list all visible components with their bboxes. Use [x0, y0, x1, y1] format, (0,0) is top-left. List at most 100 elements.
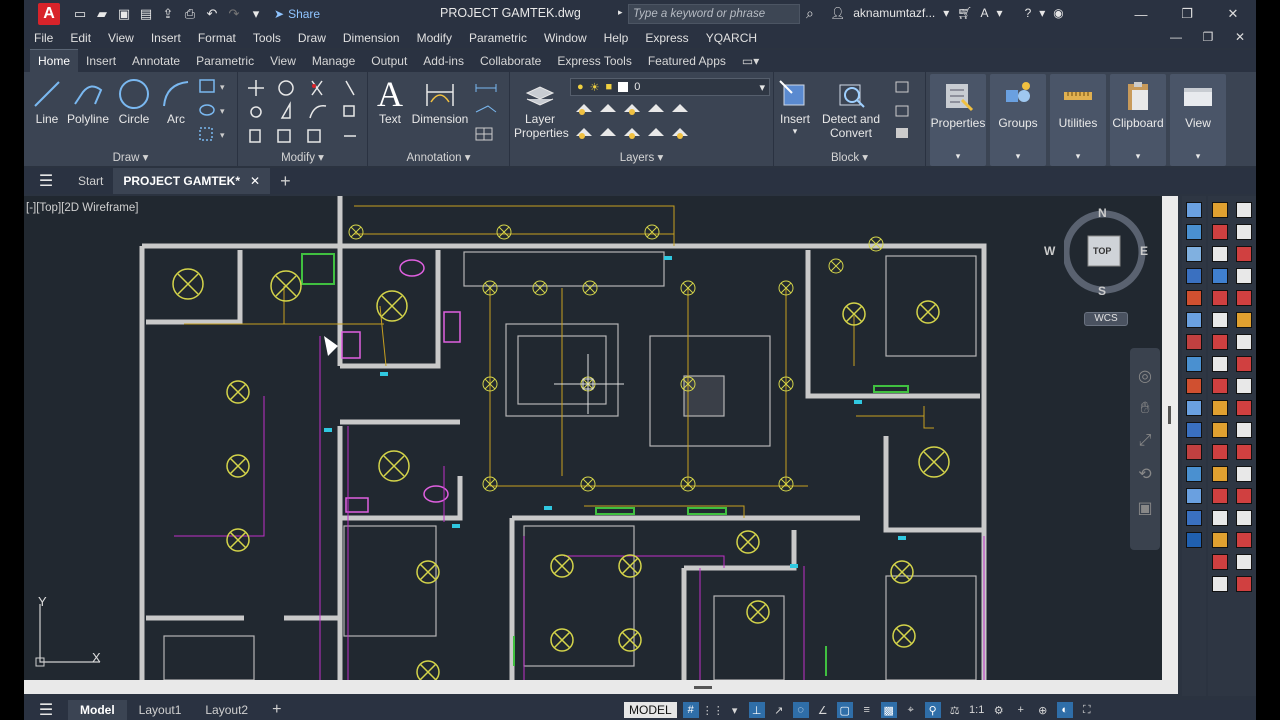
- plot-icon[interactable]: ⎙: [182, 6, 198, 22]
- annotation-scale-value[interactable]: 1:1: [969, 702, 985, 718]
- redo-icon[interactable]: ↷: [226, 6, 242, 22]
- viewport-controls[interactable]: [-][Top][2D Wireframe]: [26, 202, 138, 214]
- layers-panel-label[interactable]: Layers ▾: [510, 150, 773, 164]
- save-icon[interactable]: ▣: [116, 6, 132, 22]
- line-button[interactable]: Line: [30, 76, 64, 126]
- palette-tool-icon[interactable]: [1186, 268, 1202, 284]
- palette-tool-icon[interactable]: [1186, 466, 1202, 482]
- palette-tool-icon[interactable]: [1236, 246, 1252, 262]
- pan-icon[interactable]: ✋︎: [1130, 400, 1160, 418]
- palette-tool-icon[interactable]: [1212, 202, 1228, 218]
- vertical-scrollbar[interactable]: [1162, 196, 1178, 680]
- wcs-menu[interactable]: WCS: [1084, 312, 1128, 326]
- circle-button[interactable]: Circle: [114, 76, 154, 126]
- orbit-icon[interactable]: ⟲: [1130, 464, 1160, 484]
- drawing-canvas[interactable]: [-][Top][2D Wireframe] N S W E TOP WCS ◎…: [24, 196, 1162, 680]
- qat-dropdown-icon[interactable]: ▾: [248, 6, 264, 22]
- add-layout-icon[interactable]: +: [260, 700, 293, 720]
- palette-tool-icon[interactable]: [1186, 356, 1202, 372]
- menu-file[interactable]: File: [34, 31, 53, 45]
- palette-tool-icon[interactable]: [1212, 356, 1228, 372]
- tab-project-gamtek[interactable]: PROJECT GAMTEK* ✕: [113, 168, 271, 194]
- palette-tool-icon[interactable]: [1236, 554, 1252, 570]
- menu-draw[interactable]: Draw: [298, 31, 326, 45]
- palette-tool-icon[interactable]: [1212, 576, 1228, 592]
- palette-tool-icon[interactable]: [1236, 334, 1252, 350]
- tab-layout1[interactable]: Layout1: [127, 700, 194, 720]
- tab-output[interactable]: Output: [363, 50, 415, 72]
- doc-close-icon[interactable]: ✕: [1224, 28, 1256, 46]
- properties-button[interactable]: Properties ▾: [930, 74, 986, 166]
- menu-modify[interactable]: Modify: [417, 31, 452, 45]
- tab-start[interactable]: Start: [68, 168, 113, 194]
- palette-tool-icon[interactable]: [1186, 510, 1202, 526]
- palette-tool-icon[interactable]: [1186, 334, 1202, 350]
- viewcube-south[interactable]: S: [1098, 284, 1106, 298]
- user-dropdown-icon[interactable]: ▾: [943, 6, 949, 20]
- tab-model[interactable]: Model: [68, 700, 127, 720]
- palette-tool-icon[interactable]: [1212, 334, 1228, 350]
- add-icon[interactable]: +: [1013, 702, 1029, 718]
- steering-wheel-icon[interactable]: ◎: [1130, 366, 1160, 386]
- minimize-icon[interactable]: —: [1118, 0, 1164, 28]
- palette-tool-icon[interactable]: [1236, 224, 1252, 240]
- palette-tool-icon[interactable]: [1236, 312, 1252, 328]
- text-button[interactable]: A Text: [374, 74, 406, 126]
- palette-tool-icon[interactable]: [1236, 422, 1252, 438]
- palette-tool-icon[interactable]: [1186, 224, 1202, 240]
- menu-tools[interactable]: Tools: [253, 31, 281, 45]
- palette-tool-icon[interactable]: [1236, 532, 1252, 548]
- polar-icon[interactable]: ↗: [771, 702, 787, 718]
- isodraft-icon[interactable]: ◌: [792, 702, 809, 718]
- palette-tool-icon[interactable]: [1236, 378, 1252, 394]
- layer-properties-button[interactable]: Layer Properties: [514, 76, 569, 140]
- a360-dropdown-icon[interactable]: ▾: [997, 6, 1003, 20]
- viewcube[interactable]: N S W E TOP: [1044, 206, 1162, 308]
- viewcube-west[interactable]: W: [1044, 244, 1055, 258]
- palette-tool-icon[interactable]: [1186, 444, 1202, 460]
- autodesk-a360-icon[interactable]: A: [981, 6, 989, 20]
- palette-tool-icon[interactable]: [1212, 246, 1228, 262]
- transparency-icon[interactable]: ▩: [880, 702, 897, 718]
- palette-tool-icon[interactable]: [1186, 532, 1202, 548]
- grid-icon[interactable]: #: [682, 702, 699, 718]
- tab-home[interactable]: Home: [30, 49, 79, 72]
- web-mobile-icon[interactable]: ⇪: [160, 6, 176, 22]
- help-dropdown-icon[interactable]: ▾: [1039, 6, 1045, 20]
- snap-icon[interactable]: ⋮⋮: [702, 702, 724, 718]
- palette-tool-icon[interactable]: [1212, 400, 1228, 416]
- showmotion-icon[interactable]: ▣: [1130, 498, 1160, 518]
- layer-tools-icons[interactable]: [574, 100, 694, 144]
- cart-icon[interactable]: 🛒︎: [957, 6, 972, 20]
- menu-insert[interactable]: Insert: [151, 31, 181, 45]
- doc-minimize-icon[interactable]: —: [1160, 28, 1192, 46]
- snap-dropdown-icon[interactable]: ▾: [727, 702, 743, 718]
- palette-tool-icon[interactable]: [1236, 466, 1252, 482]
- model-space-button[interactable]: MODEL: [624, 702, 677, 718]
- palette-tool-icon[interactable]: [1212, 444, 1228, 460]
- autocad-logo-icon[interactable]: A: [38, 3, 60, 25]
- modify-panel-label[interactable]: Modify ▾: [238, 150, 367, 164]
- palette-tool-icon[interactable]: [1186, 422, 1202, 438]
- tab-annotate[interactable]: Annotate: [124, 50, 188, 72]
- palette-tool-icon[interactable]: [1236, 576, 1252, 592]
- menu-parametric[interactable]: Parametric: [469, 31, 527, 45]
- annotation-panel-label[interactable]: Annotation ▾: [368, 150, 509, 164]
- palette-tool-icon[interactable]: [1212, 488, 1228, 504]
- palette-tool-icon[interactable]: [1236, 444, 1252, 460]
- viewcube-top-face[interactable]: TOP: [1093, 246, 1111, 256]
- user-account[interactable]: 👤︎ aknamumtazf... ▾ 🛒︎ A ▾ ? ▾ ◉: [830, 6, 1064, 20]
- palette-tool-icon[interactable]: [1236, 202, 1252, 218]
- arc-button[interactable]: Arc: [158, 76, 194, 126]
- block-small-tools-icon[interactable]: [892, 78, 922, 142]
- tab-express-tools[interactable]: Express Tools: [549, 50, 639, 72]
- annotation-scale-icon[interactable]: ⚖: [947, 702, 963, 718]
- palette-tool-icon[interactable]: [1236, 356, 1252, 372]
- clipboard-button[interactable]: Clipboard ▾: [1110, 74, 1166, 166]
- polyline-button[interactable]: Polyline: [66, 76, 110, 126]
- lineweight-icon[interactable]: ≡: [859, 702, 875, 718]
- palette-tool-icon[interactable]: [1212, 378, 1228, 394]
- palette-tool-icon[interactable]: [1186, 400, 1202, 416]
- object-snap-icon[interactable]: ▢: [836, 702, 853, 718]
- save-as-icon[interactable]: ▤: [138, 6, 154, 22]
